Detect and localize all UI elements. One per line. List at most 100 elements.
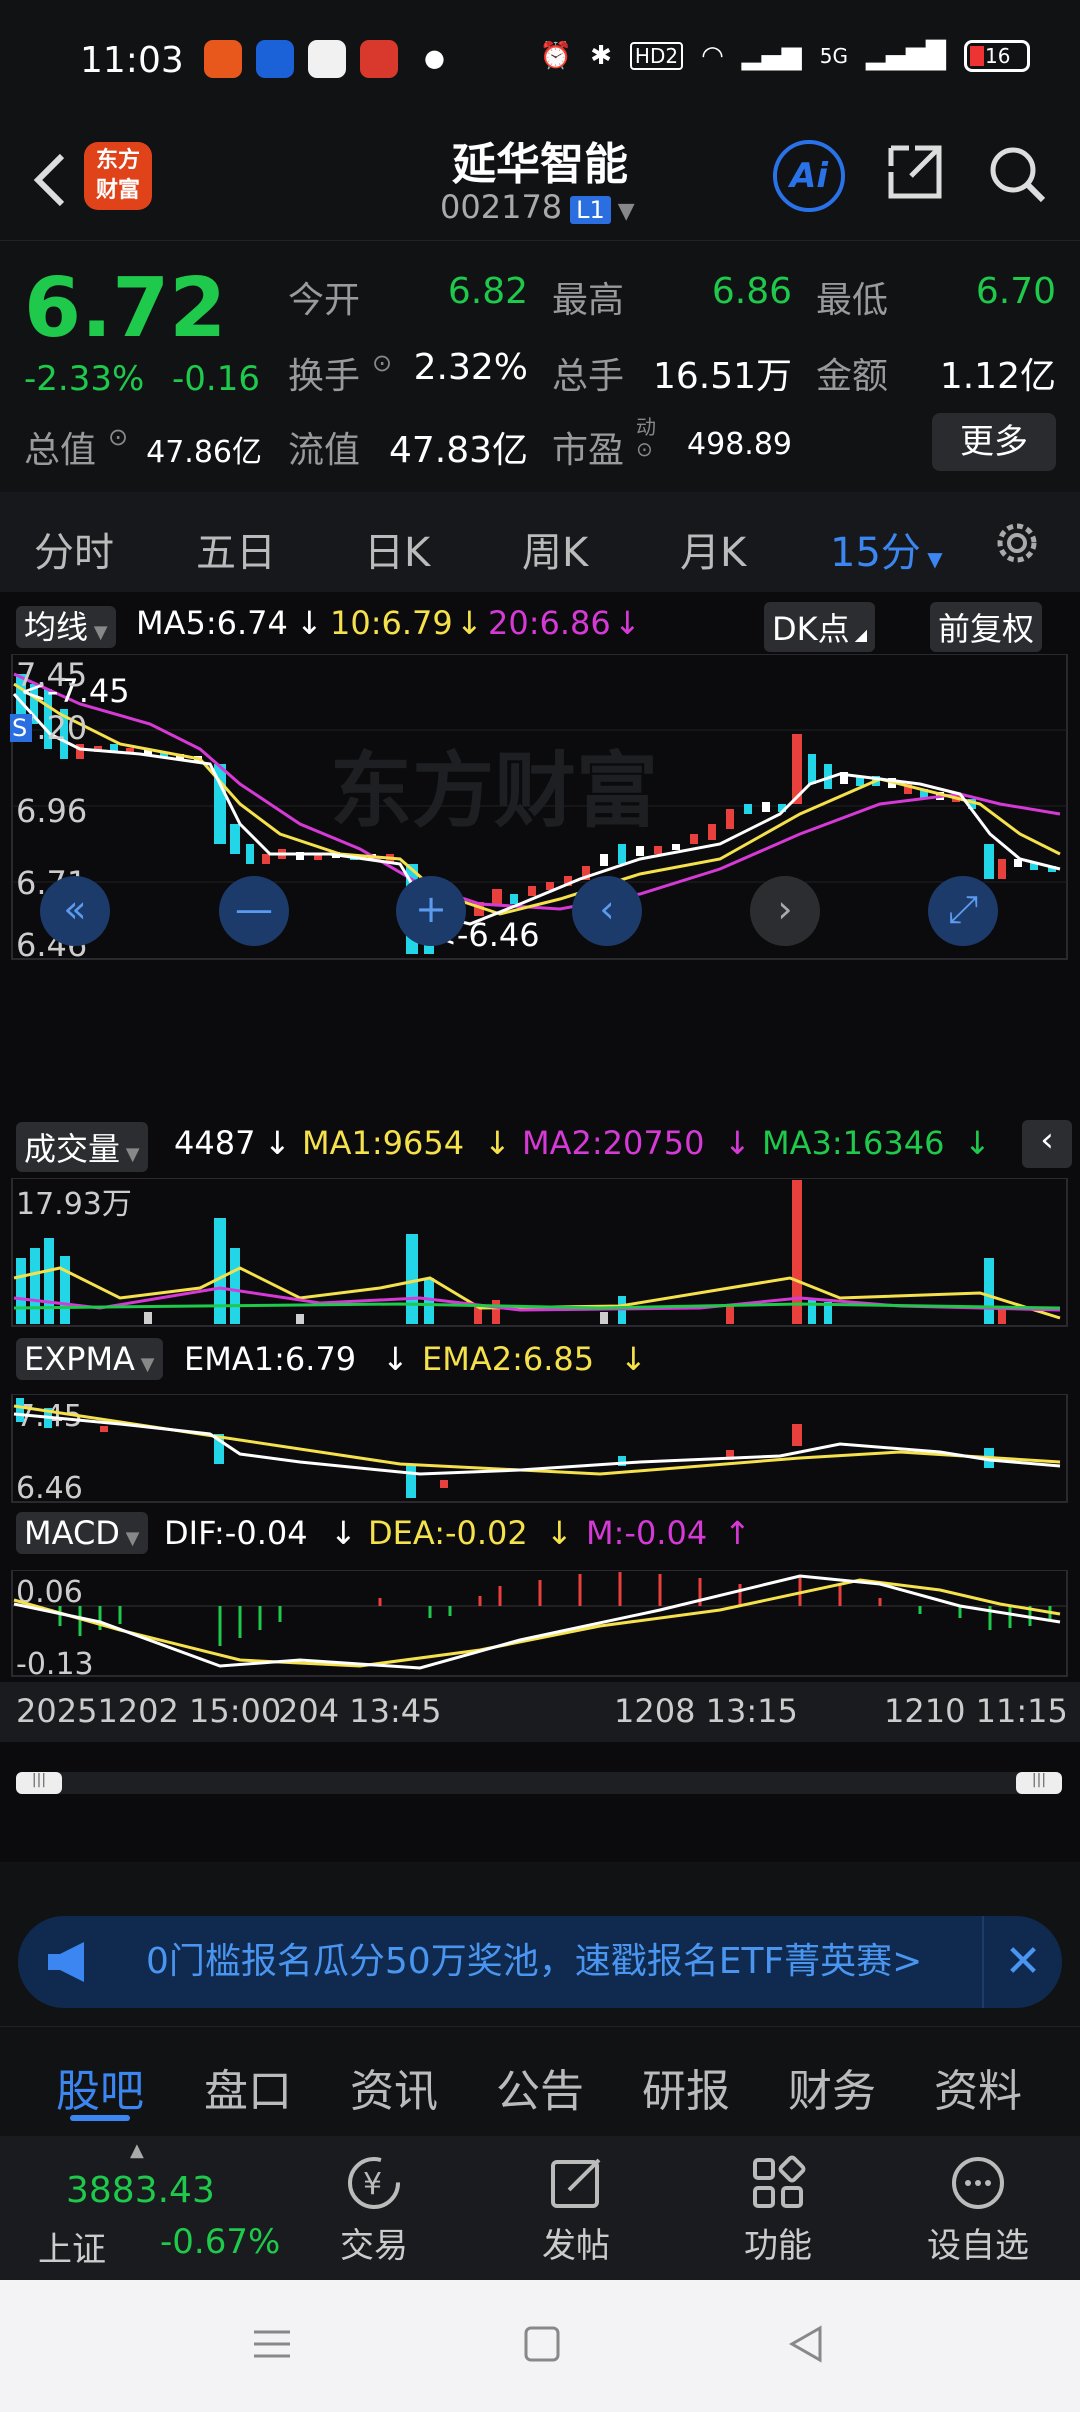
more-icon (952, 2157, 1004, 2209)
search-icon[interactable] (985, 142, 1049, 206)
arrow-down-icon: ↓ (546, 1514, 573, 1552)
ma20-value: 20:6.86 (488, 604, 611, 642)
wifi-icon: ◠ (701, 41, 724, 71)
svg-text:¥: ¥ (363, 2167, 382, 2202)
back-nav-icon[interactable] (786, 2324, 826, 2364)
svg-text:6.46: 6.46 (16, 1471, 83, 1504)
open-label: 今开 (288, 280, 361, 321)
tab-announcements[interactable]: 公告 (496, 2055, 584, 2119)
ma10-arrow-icon: ↓ (456, 604, 483, 642)
adjust-button[interactable]: 前复权 (930, 602, 1043, 652)
high-value: 6.86 (711, 271, 792, 312)
bottom-toolbar: ▲ 3883.43 上证 -0.67% ¥ 交易 发帖 功能 设自选 (0, 2136, 1080, 2280)
home-icon[interactable] (522, 2324, 562, 2364)
change-amount: -0.16 (172, 359, 260, 399)
total-mv-value: 47.86亿 (146, 435, 262, 470)
edit-icon (551, 2158, 601, 2208)
tab-15min[interactable]: 15分 ▼ (830, 520, 943, 578)
volume-label: 总手 (552, 356, 625, 397)
dk-point-button[interactable]: DK点 ◢ (764, 602, 876, 652)
chevron-down-icon: ▼ (610, 199, 635, 224)
post-button[interactable]: 发帖 (506, 2152, 646, 2267)
gear-icon[interactable] (990, 516, 1044, 570)
arrow-down-icon: ↓ (620, 1340, 647, 1378)
y-label-3: 6.96 (16, 792, 87, 830)
stock-code[interactable]: 002178 L1 ▼ (440, 188, 635, 226)
amount-label: 金额 (816, 356, 889, 397)
svg-text:-0.13: -0.13 (16, 1647, 94, 1678)
ma5-arrow-icon: ↓ (296, 604, 323, 642)
menu-icon[interactable] (252, 2324, 292, 2364)
add-watchlist-button[interactable]: 设自选 (908, 2152, 1048, 2267)
volume-value: 16.51万 (652, 356, 792, 397)
float-mv-label: 流值 (288, 430, 361, 471)
fast-back-button[interactable]: « (40, 876, 110, 946)
tab-weekly-k[interactable]: 周K (522, 520, 588, 578)
time-axis: 20251202 15:00 204 13:45 1208 13:15 1210… (0, 1682, 1080, 1742)
high-label: 最高 (552, 280, 625, 321)
active-tab-indicator (70, 2115, 130, 2121)
arrow-down-icon: ↓ (330, 1514, 357, 1552)
range-handle-right[interactable]: ||| (1016, 1772, 1062, 1794)
tab-monthly-k[interactable]: 月K (680, 520, 746, 578)
period-tabs: 分时 五日 日K 周K 月K 15分 ▼ (0, 492, 1080, 592)
status-time: 11:03 (80, 40, 184, 81)
range-handle-left[interactable]: ||| (16, 1772, 62, 1794)
ai-assistant-button[interactable]: Ai (773, 140, 845, 212)
tab-news[interactable]: 资讯 (350, 2055, 438, 2119)
arrow-down-icon: ↓ (264, 1124, 291, 1162)
close-icon[interactable]: ✕ (982, 1916, 1062, 2008)
expma-chart: 7.45 6.46 (11, 1394, 1068, 1504)
tab-profile[interactable]: 资料 (934, 2055, 1022, 2119)
pe-label: 市盈 (552, 430, 625, 471)
zoom-out-button[interactable]: — (219, 876, 289, 946)
tab-guba[interactable]: 股吧 (56, 2055, 144, 2119)
last-price: 6.72 (24, 261, 227, 356)
trade-button[interactable]: ¥ 交易 (304, 2152, 444, 2267)
step-forward-button[interactable]: › (750, 876, 820, 946)
tab-research[interactable]: 研报 (642, 2055, 730, 2119)
arrow-up-icon: ↑ (724, 1514, 751, 1552)
watermark: 东方财富 (330, 744, 658, 839)
volume-selector[interactable]: 成交量 ▼ (16, 1122, 148, 1172)
indicator-selector[interactable]: 均线 ▼ (16, 606, 116, 648)
chevron-up-icon: ▲ (130, 2140, 144, 2161)
low-label: 最低 (816, 280, 889, 321)
vol-ma3: MA3:16346 (762, 1124, 945, 1162)
bluetooth-icon: ✱ (590, 41, 612, 71)
share-icon[interactable] (885, 142, 945, 202)
tab-financials[interactable]: 财务 (788, 2055, 876, 2119)
signal-icon: ▂▄▆█ (866, 41, 946, 71)
functions-button[interactable]: 功能 (708, 2152, 848, 2267)
app-notification-icon (204, 40, 242, 78)
promo-banner[interactable]: 0门槛报名瓜分50万奖池，速戳报名ETF菁英赛> ✕ (18, 1916, 1062, 2008)
kline-chart-area[interactable]: 均线 ▼ MA5:6.74 ↓ 10:6.79 ↓ 20:6.86 ↓ DK点 … (0, 592, 1080, 1862)
svg-text:17.93万: 17.93万 (16, 1187, 132, 1222)
time-label-1: 20251202 15:00 (16, 1692, 282, 1730)
dif-value: DIF:-0.04 (164, 1514, 308, 1552)
expma-selector[interactable]: EXPMA ▼ (16, 1338, 163, 1380)
tab-order-book[interactable]: 盘口 (204, 2055, 292, 2119)
float-mv-value: 47.83亿 (388, 430, 528, 471)
dea-value: DEA:-0.02 (368, 1514, 528, 1552)
info-icon: ⊙ (372, 349, 393, 377)
tab-five-day[interactable]: 五日 (196, 520, 276, 578)
fullscreen-button[interactable]: ⤢ (928, 876, 998, 946)
arrow-down-icon: ↓ (484, 1124, 511, 1162)
tab-daily-k[interactable]: 日K (364, 520, 430, 578)
index-ticker[interactable]: ▲ 3883.43 上证 -0.67% (0, 2136, 280, 2280)
time-label-2: 204 13:45 (278, 1692, 442, 1730)
zoom-in-button[interactable]: + (396, 876, 466, 946)
time-label-4: 1210 11:15 (884, 1692, 1068, 1730)
arrow-down-icon: ↓ (382, 1340, 409, 1378)
range-slider[interactable]: ||| ||| (16, 1772, 1062, 1794)
collapse-panel-button[interactable]: ‹ (1022, 1120, 1072, 1168)
step-back-button[interactable]: ‹ (572, 876, 642, 946)
tab-intraday[interactable]: 分时 (34, 520, 114, 578)
vol-ma2: MA2:20750 (522, 1124, 705, 1162)
promo-text: 0门槛报名瓜分50万奖池，速戳报名ETF菁英赛> (146, 1941, 923, 1982)
macd-selector[interactable]: MACD ▼ (16, 1512, 148, 1554)
more-button[interactable]: 更多 (932, 413, 1056, 471)
turnover-value: 2.32% (413, 347, 528, 388)
volume-chart: 17.93万 (11, 1178, 1068, 1327)
